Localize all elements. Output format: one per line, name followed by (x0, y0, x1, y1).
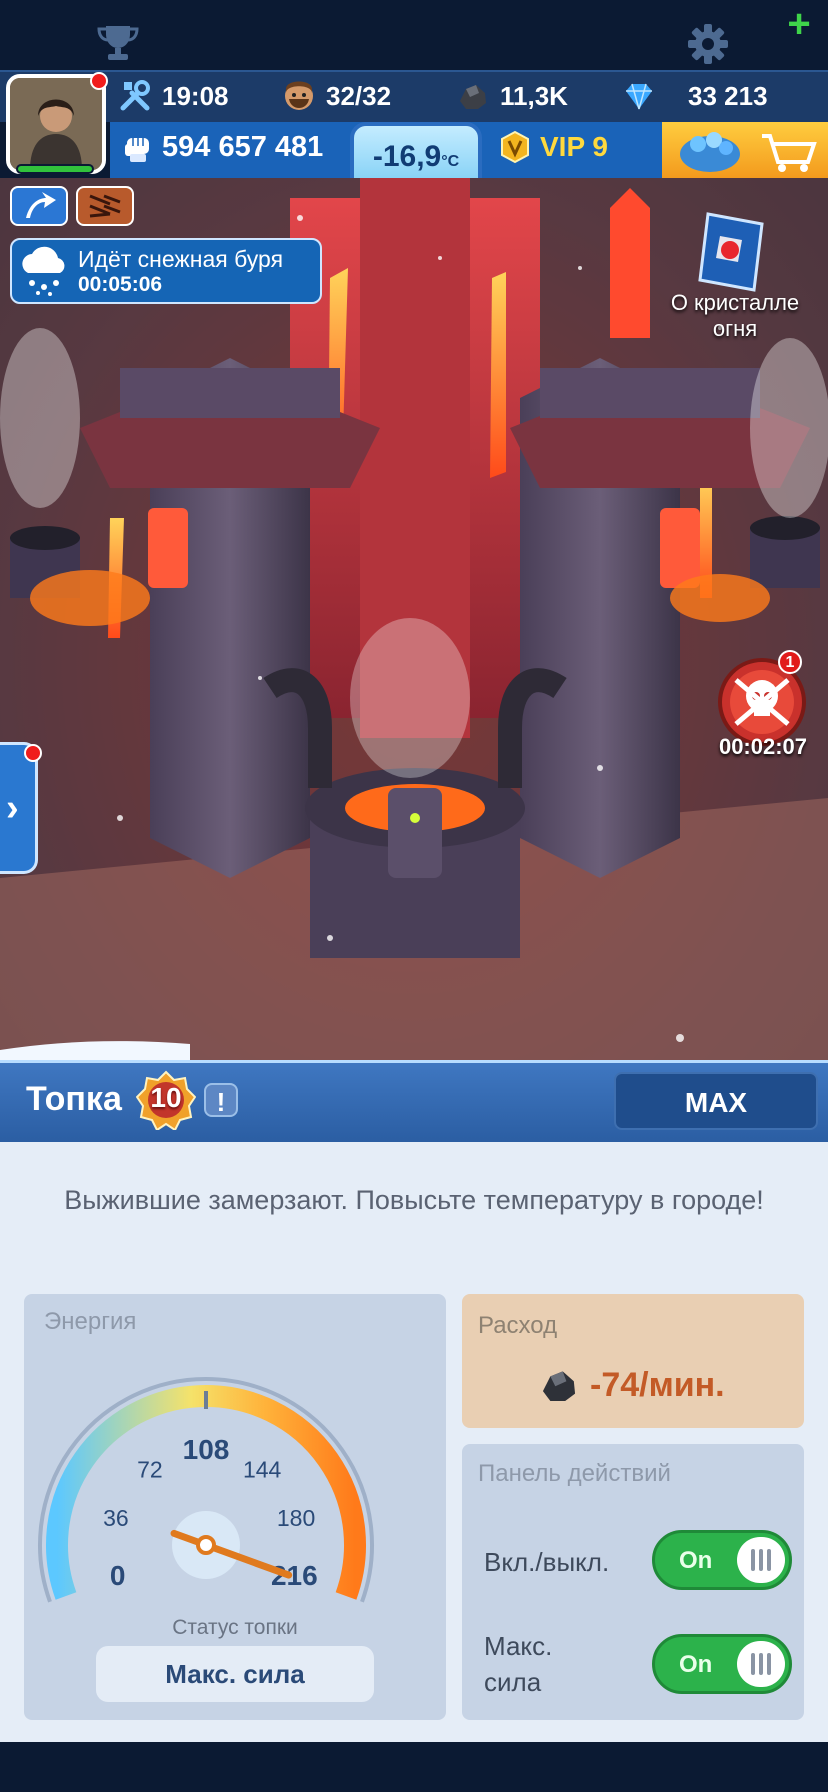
power-toggle-label: Вкл./выкл. (484, 1547, 610, 1577)
fist-icon (125, 138, 149, 162)
building-level: 10 (150, 1082, 182, 1113)
vip-display[interactable]: VIP 9 (498, 130, 608, 164)
storm-title: Идёт снежная буря (78, 245, 284, 272)
toggle-knob-icon (737, 1641, 785, 1687)
power-display[interactable]: 594 657 481 (120, 130, 323, 164)
power-toggle-state: On (679, 1547, 713, 1574)
vip-level: VIP 9 (540, 131, 608, 162)
energy-title: Энергия (44, 1308, 137, 1335)
gems-value: 33 213 (688, 80, 768, 111)
max-power-toggle[interactable]: On (652, 1634, 792, 1694)
coal-icon (542, 1371, 576, 1402)
avatar-health-bar (16, 164, 94, 174)
timer-resource[interactable]: 19:08 (118, 78, 229, 114)
top-bar (0, 0, 828, 70)
gauge-tick-label: 108 (183, 1434, 230, 1465)
raid-timer: 00:02:07 (718, 734, 808, 759)
snow-cloud-icon (22, 246, 65, 296)
max-power-toggle-label: Макс. сила (484, 1631, 553, 1697)
add-gems-button[interactable]: + (782, 4, 816, 44)
consumption-title: Расход (478, 1312, 558, 1339)
power-toggle[interactable]: On (652, 1530, 792, 1590)
raid-count-badge: 1 (778, 650, 802, 674)
avatar-portrait (10, 78, 102, 170)
gem-icon (626, 83, 652, 110)
fire-crystal-label[interactable]: О кристалле огня (660, 290, 810, 342)
upgrade-arrow-icon[interactable] (10, 186, 68, 226)
furnace-status-label: Статус топки (172, 1616, 298, 1639)
coal-value: 11,3K (500, 80, 568, 111)
consumption-value-row: -74/мин. (538, 1364, 725, 1406)
claw-buff-icon[interactable] (76, 186, 134, 226)
consumption-value: -74 (590, 1365, 640, 1404)
power-value: 594 657 481 (162, 130, 324, 163)
gauge-tick-label: 0 (110, 1560, 126, 1591)
status-message: Выжившие замерзают. Повысьте температуру… (64, 1185, 764, 1215)
gauge-tick-label: 72 (137, 1457, 163, 1483)
bottom-bar (0, 1742, 828, 1792)
gems-resource[interactable]: 33 213 (622, 78, 768, 114)
survivor-face-icon (285, 81, 313, 110)
snowstorm-banner[interactable]: Идёт снежная буря 00:05:06 (10, 238, 322, 304)
player-avatar[interactable] (6, 74, 106, 174)
max-power-toggle-state: On (679, 1651, 713, 1678)
gauge-tick-label: 180 (277, 1505, 315, 1531)
survivors-value: 32/32 (326, 80, 392, 111)
chevron-right-icon: › (6, 787, 19, 829)
gauge-tick-label: 216 (271, 1560, 318, 1591)
vip-badge-icon (501, 130, 529, 164)
storm-timer: 00:05:06 (78, 272, 163, 296)
trophy-icon[interactable] (96, 22, 140, 62)
gear-icon[interactable] (686, 22, 730, 66)
shop-icon (680, 132, 817, 172)
survivors-resource[interactable]: 32/32 (282, 78, 391, 114)
toggle-knob-icon (737, 1537, 785, 1583)
tools-icon (120, 80, 150, 111)
gauge-tick-label: 36 (103, 1505, 129, 1531)
max-level-button[interactable]: MAX (614, 1072, 818, 1130)
building-info-button[interactable]: ! (204, 1083, 238, 1117)
timer-value: 19:08 (162, 80, 229, 111)
coal-resource[interactable]: 11,3K (456, 78, 568, 114)
avatar-notification-dot (90, 72, 108, 90)
building-name: Топка (26, 1080, 122, 1118)
furnace-status-value: Макс. сила (96, 1646, 374, 1702)
actions-title: Панель действий (478, 1460, 671, 1487)
gauge-needle-pin (196, 1535, 216, 1555)
shop-button[interactable] (662, 122, 828, 178)
consumption-unit: /мин. (639, 1365, 725, 1404)
energy-gauge: 0 36 72 108 144 180 216 (38, 1377, 374, 1603)
temperature-unit: °C (441, 153, 460, 170)
gauge-tick-label: 144 (243, 1457, 282, 1483)
side-tab-notification-dot (24, 744, 42, 762)
buff-icons (10, 186, 134, 226)
coal-icon (460, 85, 486, 109)
temperature-value: -16,9 (372, 140, 442, 173)
fire-crystal-book-icon[interactable] (690, 208, 776, 294)
